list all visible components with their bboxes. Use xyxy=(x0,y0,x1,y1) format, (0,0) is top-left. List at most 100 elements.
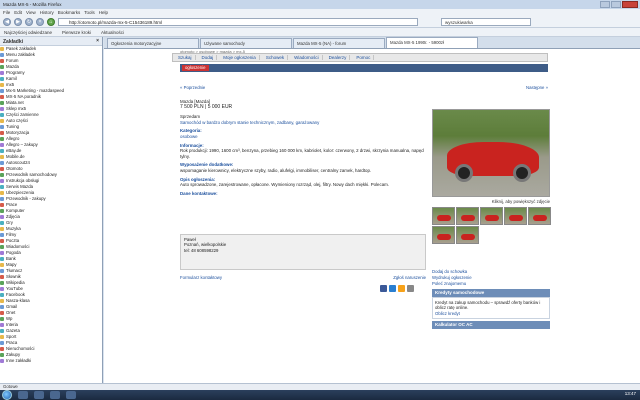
tab-active[interactable]: Mazda MX-5 1990r. - 5900zł xyxy=(386,37,478,48)
price: 7 500 PLN | 5 000 EUR xyxy=(180,103,233,110)
bookmark-icon xyxy=(0,83,4,87)
window-title: Mazda MX-5 - Mozilla Firefox xyxy=(3,2,62,7)
bookmark-icon xyxy=(0,353,4,357)
home-button[interactable]: ⌂ xyxy=(47,17,55,26)
bookmark-item[interactable]: Najczęściej odwiedzane xyxy=(4,30,52,35)
stop-button[interactable]: × xyxy=(36,17,44,26)
bookmark-icon xyxy=(0,59,4,63)
reload-button[interactable]: ↻ xyxy=(25,17,33,26)
back-button[interactable]: ◀ xyxy=(3,17,11,26)
minimize-button[interactable] xyxy=(600,1,610,8)
bookmark-icon xyxy=(0,191,4,195)
contact-form-link[interactable]: Formularz kontaktowy xyxy=(180,275,222,280)
bookmark-icon xyxy=(0,311,4,315)
bookmark-item[interactable]: Aktualności xyxy=(101,30,124,35)
bookmark-icon xyxy=(0,173,4,177)
site-nav-help[interactable]: Pomoc xyxy=(353,55,375,60)
photo-thumbnails xyxy=(432,207,551,244)
photo-thumbnail[interactable] xyxy=(432,207,455,225)
photo-thumbnail[interactable] xyxy=(456,207,479,225)
navigation-toolbar: ◀ ▶ ↻ × ⌂ http://otomoto.pl/mazda-mx-5-C… xyxy=(0,16,640,28)
tab-1[interactable]: Ogłoszenia motoryzacyjne xyxy=(107,38,199,48)
rss-icon[interactable] xyxy=(398,285,405,292)
share-icon[interactable] xyxy=(389,285,396,292)
menu-tools[interactable]: Tools xyxy=(84,10,95,15)
photo-thumbnail[interactable] xyxy=(504,207,527,225)
site-nav-saved[interactable]: Schowek xyxy=(263,55,289,60)
credit-box-body: Kredyt na zakup samochodu – sprawdź ofer… xyxy=(432,297,550,320)
next-listing-link[interactable]: Następne » xyxy=(526,85,548,90)
tab-3[interactable]: Mazda MX-5 (NA) - forum xyxy=(293,38,385,48)
taskbar-app[interactable] xyxy=(66,391,76,399)
site-nav-messages[interactable]: Wiadomości xyxy=(291,55,323,60)
bookmark-icon xyxy=(0,65,4,69)
taskbar-app[interactable] xyxy=(34,391,44,399)
menu-edit[interactable]: Edit xyxy=(14,10,22,15)
close-button[interactable] xyxy=(622,1,638,8)
site-nav-add[interactable]: Dodaj xyxy=(199,55,218,60)
recommend-link[interactable]: Poleć znajomemu xyxy=(432,281,550,287)
forward-button[interactable]: ▶ xyxy=(14,17,22,26)
bookmark-icon xyxy=(0,323,4,327)
bookmark-icon xyxy=(0,359,4,363)
sidebar-header: Zakładki × xyxy=(0,37,102,46)
bookmark-icon xyxy=(0,107,4,111)
print-icon[interactable] xyxy=(407,285,414,292)
bookmark-icon xyxy=(0,287,4,291)
description-link[interactable]: Samochód w bardzo dobrym stanie technicz… xyxy=(180,120,426,126)
taskbar-app[interactable] xyxy=(18,391,28,399)
bookmark-icon xyxy=(0,239,4,243)
bookmark-icon xyxy=(0,317,4,321)
photo-caption: Kliknij, aby powiększyć zdjęcie xyxy=(491,199,550,204)
taskbar: 13:47 xyxy=(0,390,640,400)
report-link[interactable]: Zgłoś naruszenie xyxy=(393,275,426,280)
bookmark-icon xyxy=(0,245,4,249)
menu-help[interactable]: Help xyxy=(99,10,108,15)
window-controls xyxy=(600,1,638,8)
photo-column: Kliknij, aby powiększyć zdjęcie xyxy=(432,109,551,244)
bookmark-icon xyxy=(0,257,4,261)
sidebar-close-icon[interactable]: × xyxy=(96,38,99,44)
site-nav-my-ads[interactable]: Moje ogłoszenia xyxy=(220,55,260,60)
facebook-icon[interactable] xyxy=(380,285,387,292)
sidebar-item[interactable]: Inne zakładki xyxy=(0,358,102,364)
credit-box-link[interactable]: Oblicz kredyt xyxy=(435,311,547,316)
sidebar-list: Pasek zakładek Menu zakładek Forum Mazda Pro… xyxy=(0,46,102,364)
menu-view[interactable]: View xyxy=(26,10,36,15)
contact-box: Paweł Poznań, wielkopolskie tel: 48 6085… xyxy=(180,234,426,270)
credit-box-text: Kredyt na zakup samochodu – sprawdź ofer… xyxy=(435,300,541,311)
menu-history[interactable]: History xyxy=(40,10,54,15)
site-nav-dealers[interactable]: Dealerzy xyxy=(326,55,351,60)
main-photo[interactable] xyxy=(432,109,550,197)
bookmark-icon xyxy=(0,155,4,159)
window-titlebar: Mazda MX-5 - Mozilla Firefox xyxy=(0,0,640,9)
url-bar[interactable]: http://otomoto.pl/mazda-mx-5-C15436189.h… xyxy=(58,17,418,26)
detail-text: Auto sprowadzone, zarejestrowane, opłaco… xyxy=(180,182,390,188)
search-box[interactable]: wyszukiwarka xyxy=(441,17,531,26)
photo-thumbnail[interactable] xyxy=(456,226,479,244)
bookmark-icon xyxy=(0,341,4,345)
bookmark-icon xyxy=(0,203,4,207)
prev-listing-link[interactable]: « Poprzednie xyxy=(180,85,205,90)
photo-thumbnail[interactable] xyxy=(528,207,551,225)
bookmark-icon xyxy=(0,227,4,231)
bookmark-icon xyxy=(0,101,4,105)
maximize-button[interactable] xyxy=(611,1,621,8)
menu-bookmarks[interactable]: Bookmarks xyxy=(58,10,81,15)
photo-thumbnail[interactable] xyxy=(480,207,503,225)
bookmark-icon xyxy=(0,125,4,129)
insurance-box-title[interactable]: Kalkulator OC AC xyxy=(432,321,550,330)
bookmark-icon xyxy=(0,209,4,213)
tab-2[interactable]: Używane samochody xyxy=(200,38,292,48)
menu-file[interactable]: File xyxy=(3,10,10,15)
contact-links: Formularz kontaktowy Zgłoś naruszenie xyxy=(180,275,426,280)
bookmark-icon xyxy=(0,131,4,135)
bookmark-icon xyxy=(0,281,4,285)
bookmark-item[interactable]: Pierwsze kroki xyxy=(62,30,91,35)
taskbar-app[interactable] xyxy=(50,391,60,399)
category-value[interactable]: osobowe xyxy=(180,134,426,140)
photo-thumbnail[interactable] xyxy=(432,226,455,244)
start-button[interactable] xyxy=(2,390,12,400)
site-nav-search[interactable]: Szukaj xyxy=(175,55,196,60)
bookmark-icon xyxy=(0,95,4,99)
